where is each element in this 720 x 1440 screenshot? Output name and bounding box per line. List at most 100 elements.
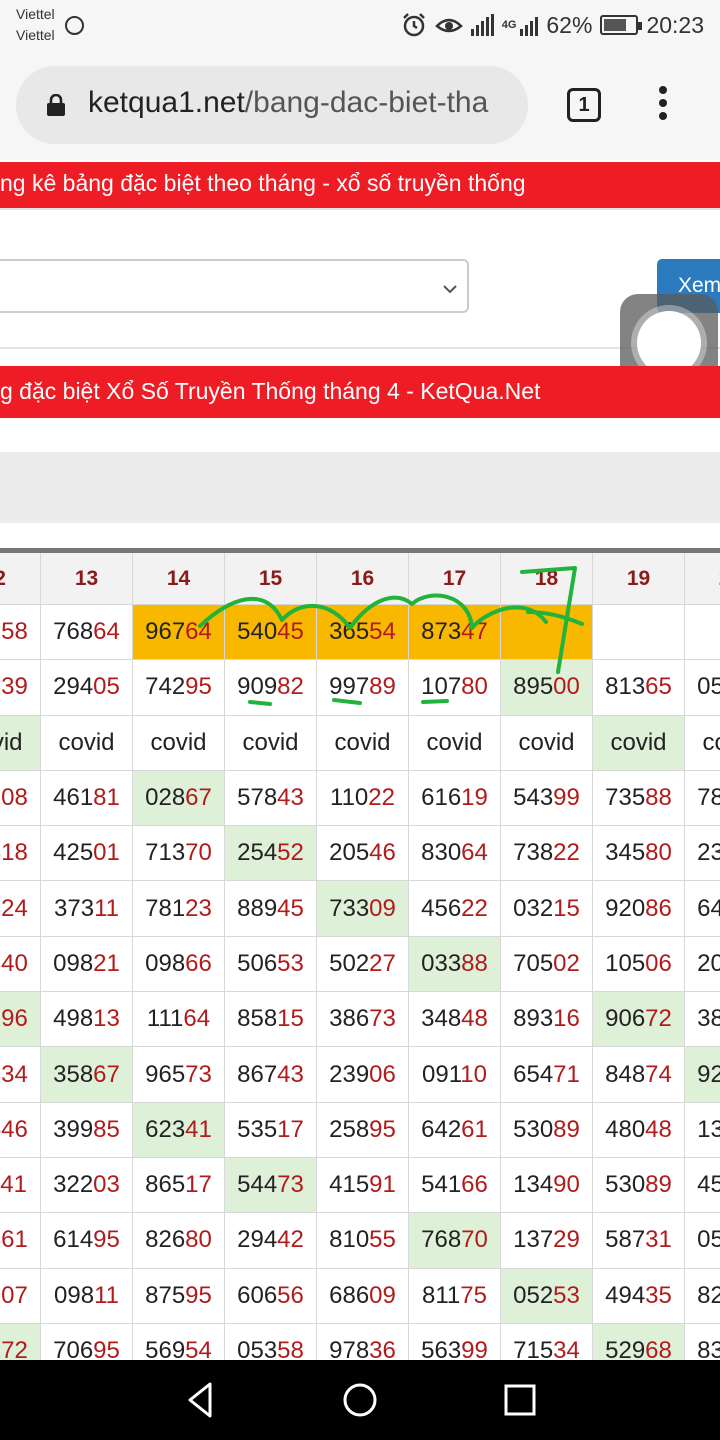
- result-cell: 54473: [224, 1156, 317, 1214]
- carrier-label-2: Viettel: [16, 27, 55, 43]
- result-cell: 54045: [224, 603, 317, 661]
- browser-toolbar: ketqua1.net/bang-dac-biet-tha 1: [0, 52, 720, 160]
- result-cell: 49435: [592, 1267, 685, 1324]
- day-header: 14: [132, 548, 225, 605]
- result-cell: 56954: [132, 1322, 225, 1360]
- result-cell: 25895: [316, 1101, 409, 1158]
- result-cell: 52968: [592, 1322, 685, 1360]
- note-cell: covid: [592, 714, 685, 771]
- result-cell: 09811: [40, 1267, 133, 1324]
- result-cell: 32203: [40, 1156, 133, 1214]
- note-cell: covid: [500, 714, 593, 771]
- result-cell: 03215: [500, 880, 593, 937]
- home-icon[interactable]: [338, 1378, 382, 1422]
- day-header: 16: [316, 548, 409, 605]
- result-cell: 39985: [40, 1101, 133, 1158]
- result-cell: 09866: [132, 935, 225, 993]
- result-cell: 50653: [224, 935, 317, 993]
- network-type-label: 4G: [501, 19, 517, 31]
- note-cell: covid: [408, 714, 501, 771]
- result-cell: 27834: [0, 1046, 41, 1103]
- back-icon[interactable]: [178, 1378, 222, 1422]
- status-bar: Viettel Viettel 4G 62% 20:23: [0, 0, 720, 52]
- result-cell: 64261: [408, 1101, 501, 1158]
- table-row: 0810846181028675784311022616195439973588…: [0, 769, 720, 827]
- result-cell: [500, 603, 593, 661]
- result-cell: 53089: [592, 1156, 685, 1214]
- results-table-container[interactable]: 121314151617181920 677587686496764540453…: [0, 548, 720, 1360]
- signal-icon: [470, 14, 494, 36]
- result-cell: 60656: [224, 1267, 317, 1324]
- result-cell: 13000: [684, 1101, 720, 1158]
- table-title-banner: g đặc biệt Xổ Số Truyền Thống tháng 4 - …: [0, 366, 720, 418]
- result-cell: 50227: [316, 935, 409, 993]
- result-cell: 34580: [592, 825, 685, 882]
- result-cell: 20546: [316, 825, 409, 882]
- result-cell: 44839: [0, 659, 41, 716]
- chevron-down-icon: [443, 281, 457, 297]
- result-cell: 41591: [316, 1156, 409, 1214]
- result-cell: [684, 603, 720, 661]
- day-header: 12: [0, 548, 41, 605]
- day-header: 20: [684, 548, 720, 605]
- result-cell: 83064: [408, 825, 501, 882]
- result-cell: 30546: [0, 1101, 41, 1158]
- result-cell: 23000: [684, 825, 720, 882]
- result-cell: 09821: [40, 935, 133, 993]
- alarm-icon: [402, 13, 425, 37]
- table-row: 3054639985623415351725895642615308948048…: [0, 1101, 720, 1158]
- table-row: 2783435867965738674323906091106547184874…: [0, 1046, 720, 1103]
- result-cell: 76870: [408, 1212, 501, 1269]
- note-cell: covid: [40, 714, 133, 771]
- address-bar[interactable]: ketqua1.net/bang-dac-biet-tha: [16, 66, 528, 144]
- result-cell: 81055: [316, 1212, 409, 1269]
- result-cell: 64000: [684, 880, 720, 937]
- result-cell: 53089: [500, 1101, 593, 1158]
- result-cell: 73822: [500, 825, 593, 882]
- tab-switcher-button[interactable]: 1: [567, 88, 601, 122]
- result-cell: 68609: [316, 1267, 409, 1324]
- day-header: 17: [408, 548, 501, 605]
- result-cell: 92000: [684, 1046, 720, 1103]
- result-cell: 78000: [684, 769, 720, 827]
- lock-icon[interactable]: [46, 94, 66, 116]
- result-cell: 88945: [224, 880, 317, 937]
- result-cell: 57843: [224, 769, 317, 827]
- note-cell: covid: [316, 714, 409, 771]
- result-cell: 96764: [132, 603, 225, 661]
- result-cell: 34848: [408, 991, 501, 1048]
- overflow-menu-icon[interactable]: [656, 86, 670, 126]
- result-cell: 87347: [408, 603, 501, 661]
- result-cell: 73309: [316, 880, 409, 937]
- carrier-label-1: Viettel: [16, 6, 55, 22]
- result-cell: 96573: [132, 1046, 225, 1103]
- note-cell: covid: [132, 714, 225, 771]
- result-cell: 70502: [500, 935, 593, 993]
- result-cell: 11741: [0, 1156, 41, 1214]
- month-select[interactable]: [0, 259, 469, 313]
- result-cell: 05000: [684, 659, 720, 716]
- result-cell: 36554: [316, 603, 409, 661]
- status-icons: 4G 62% 20:23: [401, 10, 704, 40]
- result-cell: 87595: [132, 1267, 225, 1324]
- result-cell: 85815: [224, 991, 317, 1048]
- result-cell: 19840: [0, 935, 41, 993]
- table-header-row: 121314151617181920: [0, 548, 720, 605]
- result-cell: 09110: [408, 1046, 501, 1103]
- result-cell: 07318: [0, 825, 41, 882]
- result-cell: 45000: [684, 1156, 720, 1214]
- result-cell: 58731: [592, 1212, 685, 1269]
- hotspot-icon: [65, 16, 84, 35]
- note-cell: covid: [684, 714, 720, 771]
- result-cell: 23906: [316, 1046, 409, 1103]
- result-cell: 10780: [408, 659, 501, 716]
- result-cell: 45622: [408, 880, 501, 937]
- result-cell: 03388: [408, 935, 501, 993]
- divider: [0, 347, 720, 349]
- table-row: 677587686496764540453655487347: [0, 603, 720, 661]
- recent-apps-icon[interactable]: [498, 1378, 542, 1422]
- result-cell: 97836: [316, 1322, 409, 1360]
- url-text[interactable]: ketqua1.net/bang-dac-biet-tha: [88, 86, 488, 120]
- result-cell: 56399: [408, 1322, 501, 1360]
- toolbar-area: [0, 452, 720, 523]
